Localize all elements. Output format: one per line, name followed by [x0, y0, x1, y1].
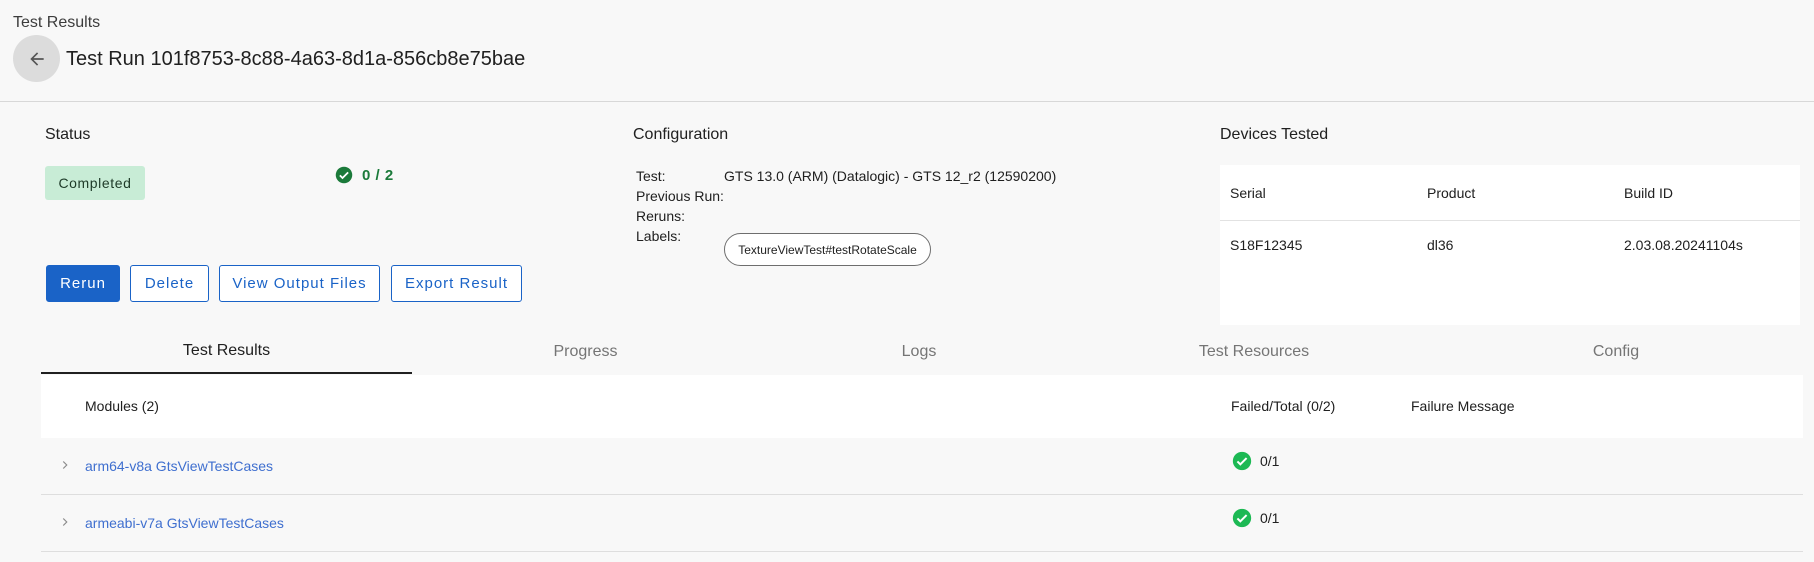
results-table-header: Modules (2) Failed/Total (0/2) Failure M… — [41, 375, 1803, 438]
back-button[interactable] — [13, 35, 60, 82]
check-circle-icon — [1232, 508, 1252, 528]
tab-logs[interactable]: Logs — [759, 330, 1079, 374]
module-result: 0/1 — [1232, 451, 1279, 471]
rerun-button[interactable]: Rerun — [46, 265, 120, 302]
modules-column-header[interactable]: Modules (2) — [85, 398, 159, 414]
product-column-header: Product — [1427, 185, 1476, 201]
pass-count-value: 0 / 2 — [362, 166, 394, 184]
device-product: dl36 — [1427, 237, 1454, 253]
previous-run-label: Previous Run: — [636, 188, 724, 204]
chevron-right-icon[interactable] — [58, 515, 72, 529]
tab-test-results[interactable]: Test Results — [41, 330, 412, 374]
module-result: 0/1 — [1232, 508, 1279, 528]
test-label: Test: — [636, 168, 666, 184]
arrow-left-icon — [29, 51, 44, 66]
header-divider — [0, 101, 1814, 102]
tab-progress[interactable]: Progress — [412, 330, 759, 374]
view-output-files-button[interactable]: View Output Files — [219, 265, 380, 302]
test-value: GTS 13.0 (ARM) (Datalogic) - GTS 12_r2 (… — [724, 168, 1057, 184]
failure-message-column-header: Failure Message — [1411, 398, 1515, 414]
pass-count: 0 / 2 — [335, 166, 394, 184]
table-row[interactable]: arm64-v8a GtsViewTestCases 0/1 — [41, 438, 1803, 495]
build-id-column-header: Build ID — [1624, 185, 1674, 201]
check-circle-icon — [335, 166, 353, 184]
device-serial: S18F12345 — [1230, 237, 1303, 253]
serial-column-header: Serial — [1230, 185, 1266, 201]
device-build-id: 2.03.08.20241104s — [1624, 237, 1743, 253]
page-title: Test Run 101f8753-8c88-4a63-8d1a-856cb8e… — [66, 48, 526, 70]
table-row[interactable]: armeabi-v7a GtsViewTestCases 0/1 — [41, 495, 1803, 552]
reruns-label: Reruns: — [636, 208, 686, 224]
chevron-right-icon[interactable] — [58, 458, 72, 472]
breadcrumb[interactable]: Test Results — [13, 14, 100, 32]
devices-title: Devices Tested — [1220, 126, 1329, 143]
module-result-value: 0/1 — [1260, 453, 1280, 469]
tab-test-resources[interactable]: Test Resources — [1079, 330, 1429, 374]
tab-config[interactable]: Config — [1429, 330, 1803, 374]
failed-total-column-header[interactable]: Failed/Total (0/2) — [1231, 398, 1335, 414]
module-link[interactable]: armeabi-v7a GtsViewTestCases — [85, 515, 284, 531]
status-badge: Completed — [45, 166, 145, 200]
devices-table-header: Serial Product Build ID — [1220, 165, 1800, 221]
status-title: Status — [45, 126, 91, 143]
configuration-title: Configuration — [633, 126, 729, 143]
delete-button[interactable]: Delete — [130, 265, 209, 302]
labels-label: Labels: — [636, 228, 682, 244]
label-chip[interactable]: TextureViewTest#testRotateScale — [724, 233, 931, 266]
check-circle-icon — [1232, 451, 1252, 471]
module-link[interactable]: arm64-v8a GtsViewTestCases — [85, 458, 273, 474]
export-result-button[interactable]: Export Result — [391, 265, 522, 302]
devices-table: Serial Product Build ID S18F12345 dl36 2… — [1220, 165, 1800, 325]
module-result-value: 0/1 — [1260, 510, 1280, 526]
